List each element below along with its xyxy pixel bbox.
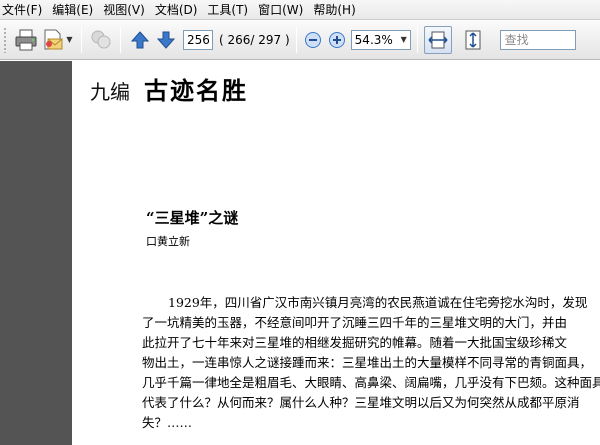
- menu-window[interactable]: 窗口(W): [258, 1, 305, 18]
- menu-bar: 文件(F) 编辑(E) 视图(V) 文档(D) 工具(T) 窗口(W) 帮助(H…: [0, 0, 600, 20]
- chevron-down-icon: ▼: [66, 35, 73, 44]
- fit-width-icon: [428, 31, 448, 48]
- body-line: 1929年，四川省广汉市南兴镇月亮湾的农民燕道诚在住宅旁挖水沟时，发现: [168, 295, 588, 310]
- body-line: 此拉开了七十年来对三星堆的相继发掘研究的帷幕。随着一大批国宝级珍稀文: [142, 335, 568, 350]
- chapter-title: 古迹名胜: [144, 76, 248, 105]
- toolbar: ▼ ( 266/ 297 ) ▼: [0, 20, 600, 60]
- toolbar-separator: [295, 26, 297, 53]
- zoom-input[interactable]: [351, 31, 398, 48]
- page-number-input[interactable]: [183, 29, 213, 50]
- toolbar-separator: [120, 26, 121, 53]
- menu-edit[interactable]: 编辑(E): [52, 1, 95, 18]
- zoom-in-button[interactable]: [327, 27, 347, 53]
- arrow-up-icon: [130, 30, 150, 48]
- menu-tools[interactable]: 工具(T): [207, 1, 250, 18]
- collaborate-button[interactable]: [88, 27, 114, 53]
- document-page[interactable]: 九编 古迹名胜 “三星堆”之谜 口黄立新 1929年，四川省广汉市南兴镇月亮湾的…: [72, 61, 600, 445]
- menu-view[interactable]: 视图(V): [103, 1, 147, 18]
- menu-help[interactable]: 帮助(H): [313, 1, 357, 18]
- fit-width-button[interactable]: [423, 25, 452, 54]
- email-document-icon: [44, 29, 63, 49]
- article-title: “三星堆”之谜: [146, 209, 239, 227]
- fit-page-icon: [465, 30, 481, 49]
- article-author: 口黄立新: [146, 235, 190, 248]
- print-button[interactable]: [13, 27, 39, 53]
- body-line: 失？……: [142, 415, 193, 430]
- menu-document[interactable]: 文档(D): [155, 1, 200, 18]
- zoom-select[interactable]: ▼: [350, 29, 411, 50]
- toolbar-grip[interactable]: [3, 26, 7, 53]
- body-line: 代表了什么？从何而来？属什么人种？三星堆文明以后又为何突然从成都平原消: [142, 395, 580, 410]
- page-count-label: ( 266/ 297 ): [219, 32, 290, 47]
- chapter-header: 九编 古迹名胜: [90, 71, 248, 106]
- previous-page-button[interactable]: [127, 27, 153, 53]
- disabled-collaborate-icon: [91, 30, 111, 48]
- body-line: 物出土，一连串惊人之谜接踵而来：三星堆出土的大量模样不同寻常的青铜面具，: [142, 355, 593, 370]
- next-page-button[interactable]: [153, 27, 179, 53]
- email-button[interactable]: ▼: [39, 27, 75, 53]
- arrow-down-icon: [156, 31, 176, 49]
- printer-icon: [15, 29, 37, 50]
- toolbar-separator: [416, 26, 418, 53]
- body-line: 了一坑精美的玉器，不经意间叩开了沉睡三四千年的三星堆文明的大门，并由: [142, 315, 568, 330]
- article-body: 1929年，四川省广汉市南兴镇月亮湾的农民燕道诚在住宅旁挖水沟时，发现 了一坑精…: [142, 293, 600, 433]
- zoom-out-icon: [304, 31, 321, 48]
- chapter-label: 九编: [90, 80, 130, 104]
- zoom-in-icon: [328, 31, 345, 48]
- body-line: 几乎千篇一律地全是粗眉毛、大眼睛、高鼻梁、阔扁嘴，几乎没有下巴颏。这种面具: [142, 375, 600, 390]
- toolbar-separator: [81, 26, 82, 53]
- search-input[interactable]: [499, 29, 576, 50]
- chevron-down-icon[interactable]: ▼: [398, 35, 410, 44]
- left-gutter: [0, 61, 72, 445]
- menu-file[interactable]: 文件(F): [2, 1, 44, 18]
- zoom-out-button[interactable]: [303, 27, 323, 53]
- fit-page-button[interactable]: [458, 27, 488, 53]
